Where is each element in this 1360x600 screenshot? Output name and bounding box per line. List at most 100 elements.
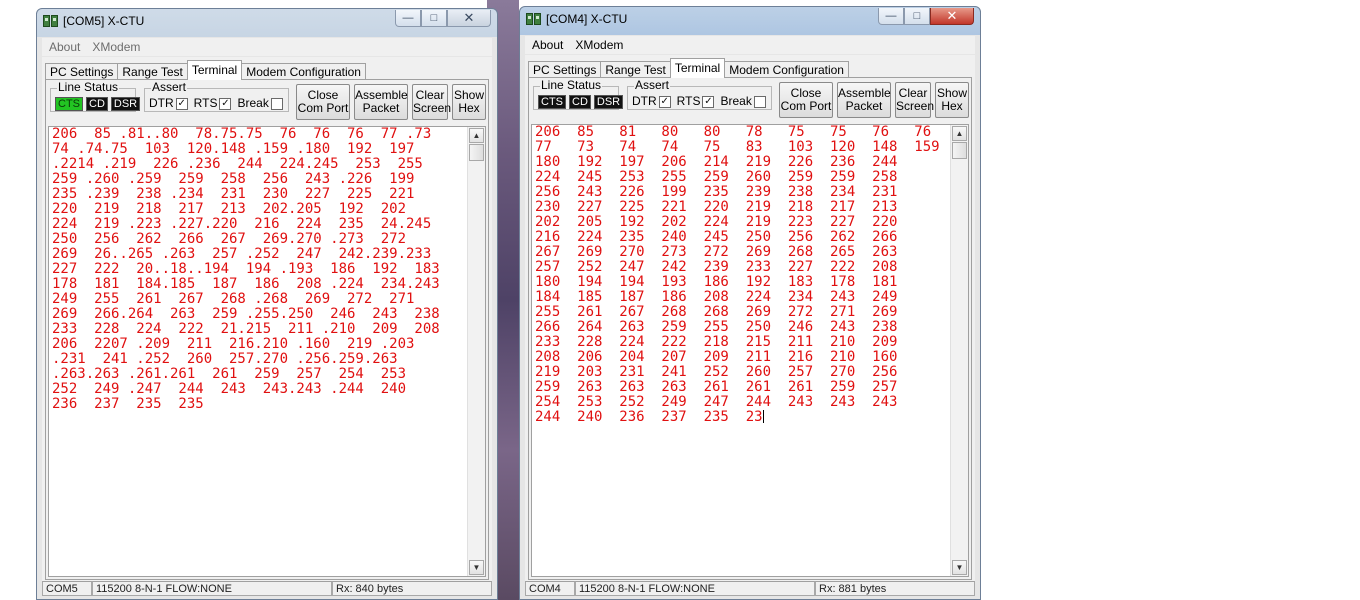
dtr-label: DTR — [632, 94, 657, 108]
text-cursor — [762, 410, 764, 423]
status-port: COM4 — [525, 581, 575, 596]
close-icon[interactable]: ✕ — [447, 10, 491, 27]
client-area: PC Settings Range Test Terminal Modem Co… — [525, 55, 975, 596]
status-rx-bytes: Rx: 840 bytes — [332, 581, 492, 596]
break-checkbox[interactable]: Break — [720, 94, 766, 108]
minimize-icon[interactable]: — — [395, 10, 421, 27]
scroll-up-icon[interactable]: ▲ — [469, 128, 484, 143]
scroll-up-icon[interactable]: ▲ — [952, 126, 967, 141]
vertical-scrollbar[interactable]: ▲ ▼ — [950, 125, 968, 576]
terminal-panel: Line Status CTS CD DSR Assert DTR ✓ RTS ✓ … — [528, 77, 972, 580]
menu-xmodem[interactable]: XModem — [575, 38, 623, 52]
vertical-scrollbar[interactable]: ▲ ▼ — [467, 127, 485, 576]
clear-screen-button[interactable]: Clear Screen — [412, 84, 452, 120]
show-hex-button[interactable]: Show Hex — [452, 84, 486, 120]
check-icon: ✓ — [175, 97, 188, 110]
assert-label: Assert — [634, 78, 671, 92]
show-hex-button[interactable]: Show Hex — [935, 82, 969, 118]
line-status-group: Line Status CTS CD DSR — [533, 79, 624, 110]
tab-pc-settings[interactable]: PC Settings — [528, 61, 602, 78]
close-com-port-button[interactable]: Close Com Port — [296, 84, 350, 120]
assert-group: Assert DTR ✓ RTS ✓ Break — [627, 79, 772, 110]
title-bar[interactable]: [COM4] X-CTU — □ ✕ — [520, 7, 980, 33]
tab-pc-settings[interactable]: PC Settings — [45, 63, 119, 80]
assert-label: Assert — [151, 80, 188, 94]
assert-group: Assert DTR ✓ RTS ✓ Break — [144, 81, 289, 112]
window-title: [COM5] X-CTU — [63, 14, 145, 28]
tab-modem-configuration[interactable]: Modem Configuration — [241, 63, 366, 80]
status-bar: COM4 115200 8-N-1 FLOW:NONE Rx: 881 byte… — [525, 581, 975, 596]
rts-label: RTS — [676, 94, 701, 108]
break-label: Break — [720, 94, 752, 108]
close-com-port-button[interactable]: Close Com Port — [779, 82, 833, 118]
xctu-window-com4: [COM4] X-CTU — □ ✕ About XModem PC Setti… — [519, 6, 981, 600]
terminal-text: 206 85 81 80 80 78 75 75 76 76 76 77 73 … — [535, 125, 968, 425]
menu-about[interactable]: About — [532, 38, 563, 52]
window-controls: — □ ✕ — [395, 10, 491, 27]
terminal-output[interactable]: 206 85 81 80 80 78 75 75 76 76 76 77 73 … — [531, 124, 969, 577]
scrollbar-thumb[interactable] — [469, 144, 484, 161]
check-icon: ✓ — [702, 95, 715, 108]
button-line-2: Packet — [845, 99, 883, 113]
button-line-2: Hex — [458, 101, 480, 115]
status-settings: 115200 8-N-1 FLOW:NONE — [575, 581, 815, 596]
maximize-icon[interactable]: □ — [904, 8, 930, 25]
scroll-down-icon[interactable]: ▼ — [469, 560, 484, 575]
break-label: Break — [237, 96, 269, 110]
terminal-panel: Line Status CTS CD DSR Assert DTR ✓ RTS ✓ … — [45, 79, 489, 580]
cts-indicator: CTS — [55, 97, 83, 111]
menu-xmodem[interactable]: XModem — [92, 40, 140, 54]
check-icon: ✓ — [658, 95, 671, 108]
menu-about[interactable]: About — [49, 40, 80, 54]
assemble-packet-button[interactable]: Assemble Packet — [837, 82, 891, 118]
close-icon[interactable]: ✕ — [930, 8, 974, 25]
break-checkbox[interactable]: Break — [237, 96, 283, 110]
title-bar[interactable]: [COM5] X-CTU — □ ✕ — [37, 9, 497, 35]
dsr-indicator: DSR — [110, 97, 141, 111]
xctu-app-icon — [526, 13, 541, 25]
desktop-left-area — [0, 0, 36, 600]
tab-terminal[interactable]: Terminal — [186, 60, 243, 80]
tab-strip: PC Settings Range Test Terminal Modem Co… — [528, 58, 849, 78]
cd-indicator: CD — [86, 97, 108, 111]
tab-modem-configuration[interactable]: Modem Configuration — [724, 61, 849, 78]
scroll-down-icon[interactable]: ▼ — [952, 560, 967, 575]
rts-label: RTS — [193, 96, 218, 110]
button-line-2: Hex — [941, 99, 963, 113]
dtr-label: DTR — [149, 96, 174, 110]
rts-checkbox[interactable]: RTS ✓ — [194, 97, 232, 110]
window-title: [COM4] X-CTU — [546, 12, 628, 26]
clear-screen-button[interactable]: Clear Screen — [895, 82, 935, 118]
minimize-icon[interactable]: — — [878, 8, 904, 25]
line-status-label: Line Status — [540, 78, 603, 92]
tab-strip: PC Settings Range Test Terminal Modem Co… — [45, 60, 366, 80]
terminal-text: 206 85 .81..80 78.75.75 76 76 76 77 .73 … — [52, 126, 440, 412]
terminal-content: 206 85 81 80 80 78 75 75 76 76 76 77 73 … — [535, 124, 968, 425]
rts-checkbox[interactable]: RTS ✓ — [677, 95, 715, 108]
xctu-app-icon — [43, 15, 58, 27]
assemble-packet-button[interactable]: Assemble Packet — [354, 84, 408, 120]
window-controls: — □ ✕ — [878, 8, 974, 25]
unchecked-box-icon — [753, 95, 766, 108]
dtr-checkbox[interactable]: DTR ✓ — [632, 95, 671, 108]
tab-range-test[interactable]: Range Test — [117, 63, 188, 80]
line-status-label: Line Status — [57, 80, 120, 94]
maximize-icon[interactable]: □ — [421, 10, 447, 27]
dtr-checkbox[interactable]: DTR ✓ — [149, 97, 188, 110]
button-line-2: Com Port — [780, 99, 832, 113]
menu-bar: About XModem — [42, 38, 492, 56]
tab-range-test[interactable]: Range Test — [600, 61, 671, 78]
status-bar: COM5 115200 8-N-1 FLOW:NONE Rx: 840 byte… — [42, 581, 492, 596]
button-line-2: Packet — [362, 101, 400, 115]
tab-terminal[interactable]: Terminal — [669, 58, 726, 78]
status-settings: 115200 8-N-1 FLOW:NONE — [92, 581, 332, 596]
dsr-indicator: DSR — [593, 95, 624, 109]
button-line-2: Screen — [896, 99, 935, 113]
terminal-output[interactable]: 206 85 .81..80 78.75.75 76 76 76 77 .73 … — [48, 126, 486, 577]
status-rx-bytes: Rx: 881 bytes — [815, 581, 975, 596]
cd-indicator: CD — [569, 95, 591, 109]
status-port: COM5 — [42, 581, 92, 596]
button-line-2: Screen — [413, 101, 452, 115]
scrollbar-thumb[interactable] — [952, 142, 967, 159]
menu-bar: About XModem — [525, 36, 975, 54]
